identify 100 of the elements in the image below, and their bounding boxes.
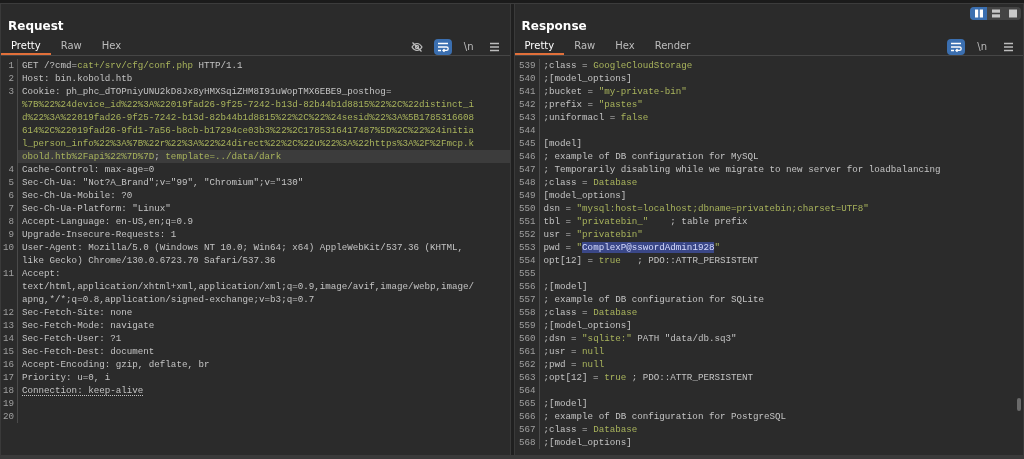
line-number: 4 xyxy=(8,164,14,175)
code-text: ;class = xyxy=(543,177,589,188)
line-number: 544 xyxy=(518,125,536,136)
code-text: Priority: u=0, i xyxy=(22,372,111,383)
line-number: 17 xyxy=(2,372,14,383)
line-number: 19 xyxy=(2,398,14,409)
code-text: d%22%3A%22019fad26-9f25-7242-b13d-82b44b1d8815%22%2C%22%24sesid%22%3A%5B1785316608 xyxy=(22,112,475,123)
wrap-icon[interactable] xyxy=(433,38,452,55)
view-tab[interactable]: Hex xyxy=(91,38,132,55)
line-number: 7 xyxy=(8,203,14,214)
line-number: 550 xyxy=(518,203,536,214)
code-text: ;opt[12] = xyxy=(543,372,600,383)
line-number: 15 xyxy=(2,346,14,357)
code-text: ; example of DB configuration for MySQL xyxy=(543,151,759,162)
view-tab[interactable]: Raw xyxy=(50,38,92,55)
code-text: "privatebin_" xyxy=(576,216,649,227)
line-number: 8 xyxy=(8,216,14,227)
code-text: %7B%22%24device_id%22%3A%22019fad26-9f25-7242-b13d-82b44b1d8815%22%2C%22distinct_i xyxy=(22,99,475,110)
pane-title: Request xyxy=(8,18,64,35)
line-number: 553 xyxy=(518,242,536,253)
line-number: 562 xyxy=(518,359,536,370)
view-tab[interactable]: Render xyxy=(644,38,701,55)
code-text: Sec-Ch-Ua-Mobile: ?0 xyxy=(22,190,133,201)
wrap-icon[interactable] xyxy=(947,38,966,55)
code-text: ;class = xyxy=(543,424,589,435)
code-text: dsn = xyxy=(543,203,573,214)
code-text: Sec-Fetch-Mode: navigate xyxy=(22,320,155,331)
code-text: Connection: keep-alive xyxy=(22,385,144,396)
line-number: 548 xyxy=(518,177,536,188)
line-number: 16 xyxy=(2,359,14,370)
code-text: PATH "data/db.sq3" xyxy=(636,333,737,344)
code-text: "pastes" xyxy=(598,99,643,110)
code-text: Sec-Fetch-User: ?1 xyxy=(22,333,122,344)
line-number: 566 xyxy=(518,411,536,422)
line-number: 552 xyxy=(518,229,536,240)
newline-toggle[interactable]: \n xyxy=(973,38,991,55)
view-tab[interactable]: Raw xyxy=(564,38,606,55)
line-number: 557 xyxy=(518,294,536,305)
code-text: ;dsn = xyxy=(543,333,578,344)
code-text: false xyxy=(620,112,649,123)
code-text: ;class = xyxy=(543,307,589,318)
code-text: pwd = xyxy=(543,242,573,253)
newline-toggle[interactable]: \n xyxy=(459,38,478,55)
pane-title: Response xyxy=(521,18,587,35)
line-number: 560 xyxy=(518,333,536,344)
code-text: Upgrade-Insecure-Requests: 1 xyxy=(22,229,177,240)
code-text: tbl = xyxy=(543,216,573,227)
view-tab[interactable]: Hex xyxy=(605,38,645,55)
code-text: Sec-Fetch-Site: none xyxy=(22,307,133,318)
line-number: 564 xyxy=(518,385,536,396)
code-text: ;[model_options] xyxy=(543,437,632,448)
code-text: null xyxy=(582,359,605,370)
code-text: true xyxy=(598,255,621,266)
selected-text: ComplexP@sswordAdmin1928 xyxy=(582,242,715,253)
code-text: GoogleCloudStorage xyxy=(593,60,693,71)
line-number: 561 xyxy=(518,346,536,357)
code-text: like Gecko) Chrome/130.0.6723.70 Safari/537.36 xyxy=(22,255,276,266)
line-number: 540 xyxy=(518,73,536,84)
code-text: ;usr = xyxy=(543,346,578,357)
line-number: 539 xyxy=(518,60,536,71)
line-number: 20 xyxy=(2,411,14,422)
code-text: ;pwd = xyxy=(543,359,578,370)
code-text: obold.htb%2Fapi%22%7D%7D xyxy=(22,151,155,162)
code-text: " xyxy=(714,242,720,253)
code-text: Cache-Control: max-age=0 xyxy=(22,164,155,175)
code-text: ; Temporarily disabling while we migrate to new server for loadbalancing xyxy=(543,164,941,175)
code-text: Cookie: ph_phc_dTOPniyUNU2kD8Jx8yHMXSqiZHM8I91uWopTMX6EBE9_posthog= xyxy=(22,86,392,97)
code-text: "privatebin" xyxy=(576,229,643,240)
columns-layout-icon[interactable] xyxy=(970,7,987,20)
code-text: apng,*/*;q=0.8,application/signed-exchange;v=b3;q=0.7 xyxy=(22,294,315,305)
line-number: 551 xyxy=(518,216,536,227)
line-number: 545 xyxy=(518,138,536,149)
line-number: 554 xyxy=(518,255,536,266)
line-number: 1 xyxy=(8,60,14,71)
code-text: "sqlite:" xyxy=(582,333,632,344)
code-text: [model] xyxy=(543,138,583,149)
code-text: Sec-Ch-Ua: "Not?A_Brand";v="99", "Chromium";v="130" xyxy=(22,177,304,188)
code-text: Database xyxy=(593,424,638,435)
view-tab[interactable]: Pretty xyxy=(514,38,565,55)
line-number: 558 xyxy=(518,307,536,318)
code-text: Database xyxy=(593,307,638,318)
code-text: ;prefix = xyxy=(543,99,595,110)
line-number: 547 xyxy=(518,164,536,175)
line-number: 9 xyxy=(8,229,14,240)
line-number: 18 xyxy=(2,385,14,396)
code-text: ;bucket = xyxy=(543,86,595,97)
code-text: template=../data/dark xyxy=(165,151,282,162)
code-text: HTTP/1.1 xyxy=(197,60,243,71)
line-number: 3 xyxy=(8,86,14,97)
code-text: ; example of DB configuration for SQLite xyxy=(543,294,765,305)
code-text: Database xyxy=(593,177,638,188)
code-text: ; PDO::ATTR_PERSISTENT xyxy=(630,372,754,383)
line-number: 559 xyxy=(518,320,536,331)
code-text: User-Agent: Mozilla/5.0 (Windows NT 10.0; Win64; x64) AppleWebKit/537.36 (KHTML, xyxy=(22,242,464,253)
line-number: 6 xyxy=(8,190,14,201)
line-number: 14 xyxy=(2,333,14,344)
scrollbar-thumb[interactable] xyxy=(1017,398,1021,411)
view-tab[interactable]: Pretty xyxy=(1,38,51,55)
code-text: ;[model_options] xyxy=(543,73,632,84)
code-text: ;[model] xyxy=(543,281,588,292)
